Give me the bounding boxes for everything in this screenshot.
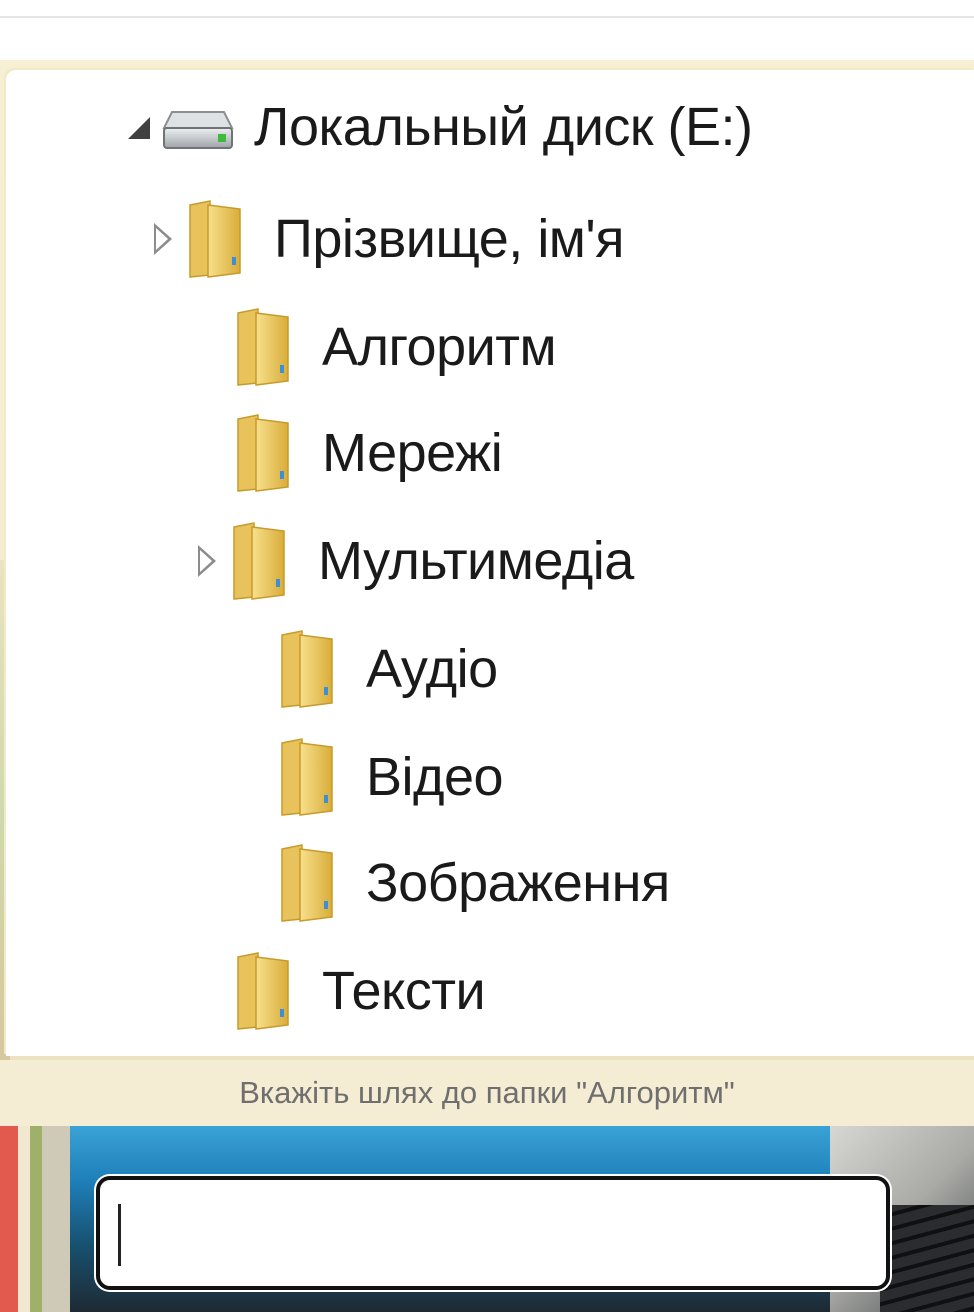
top-strip bbox=[0, 0, 974, 18]
tree-item-alhorytm: Алгоритм bbox=[234, 302, 557, 392]
tree-item-label: Відео bbox=[366, 747, 504, 807]
tree-item-merezhi: Мережі bbox=[234, 408, 503, 498]
question-caption: Вкажіть шлях до папки "Алгоритм" bbox=[0, 1060, 974, 1126]
tree-item-multymedia: Мультимедіа bbox=[194, 516, 634, 606]
background-decor-left bbox=[0, 1125, 70, 1312]
tree-item-label: Мережі bbox=[322, 423, 503, 483]
tree-item-label: Локальный диск (E:) bbox=[254, 97, 753, 157]
tree-item-label: Алгоритм bbox=[322, 317, 557, 377]
folder-icon bbox=[233, 522, 285, 600]
tree-item-label: Тексти bbox=[322, 961, 486, 1021]
tree-item-drive-e: Локальный диск (E:) bbox=[126, 82, 753, 172]
tree-item-label: Прізвище, ім'я bbox=[274, 209, 625, 269]
tree-item-audio: Аудіо bbox=[278, 624, 498, 714]
expanded-arrow-icon bbox=[126, 107, 152, 147]
folder-icon bbox=[281, 738, 333, 816]
tree-item-zobrazhennia: Зображення bbox=[278, 838, 670, 928]
tree-item-label: Зображення bbox=[366, 853, 670, 913]
text-caret bbox=[118, 1204, 121, 1266]
collapsed-arrow-icon bbox=[150, 219, 176, 259]
tree-item-teksty: Тексти bbox=[234, 946, 486, 1036]
folder-icon bbox=[237, 952, 289, 1030]
tree-item-prizvyshche: Прізвище, ім'я bbox=[150, 194, 625, 284]
folder-icon bbox=[237, 308, 289, 386]
folder-icon bbox=[281, 630, 333, 708]
folder-tree-image: Локальный диск (E:) Прізвище, ім'я Алгор… bbox=[6, 70, 974, 1056]
tree-item-label: Мультимедіа bbox=[318, 531, 634, 591]
collapsed-arrow-icon bbox=[194, 541, 220, 581]
tree-item-label: Аудіо bbox=[366, 639, 498, 699]
tree-item-video: Відео bbox=[278, 732, 504, 822]
drive-icon bbox=[162, 111, 234, 149]
background-decor-keys bbox=[880, 1205, 974, 1312]
folder-icon bbox=[189, 200, 241, 278]
answer-input[interactable] bbox=[96, 1176, 890, 1290]
folder-icon bbox=[281, 844, 333, 922]
folder-icon bbox=[237, 414, 289, 492]
